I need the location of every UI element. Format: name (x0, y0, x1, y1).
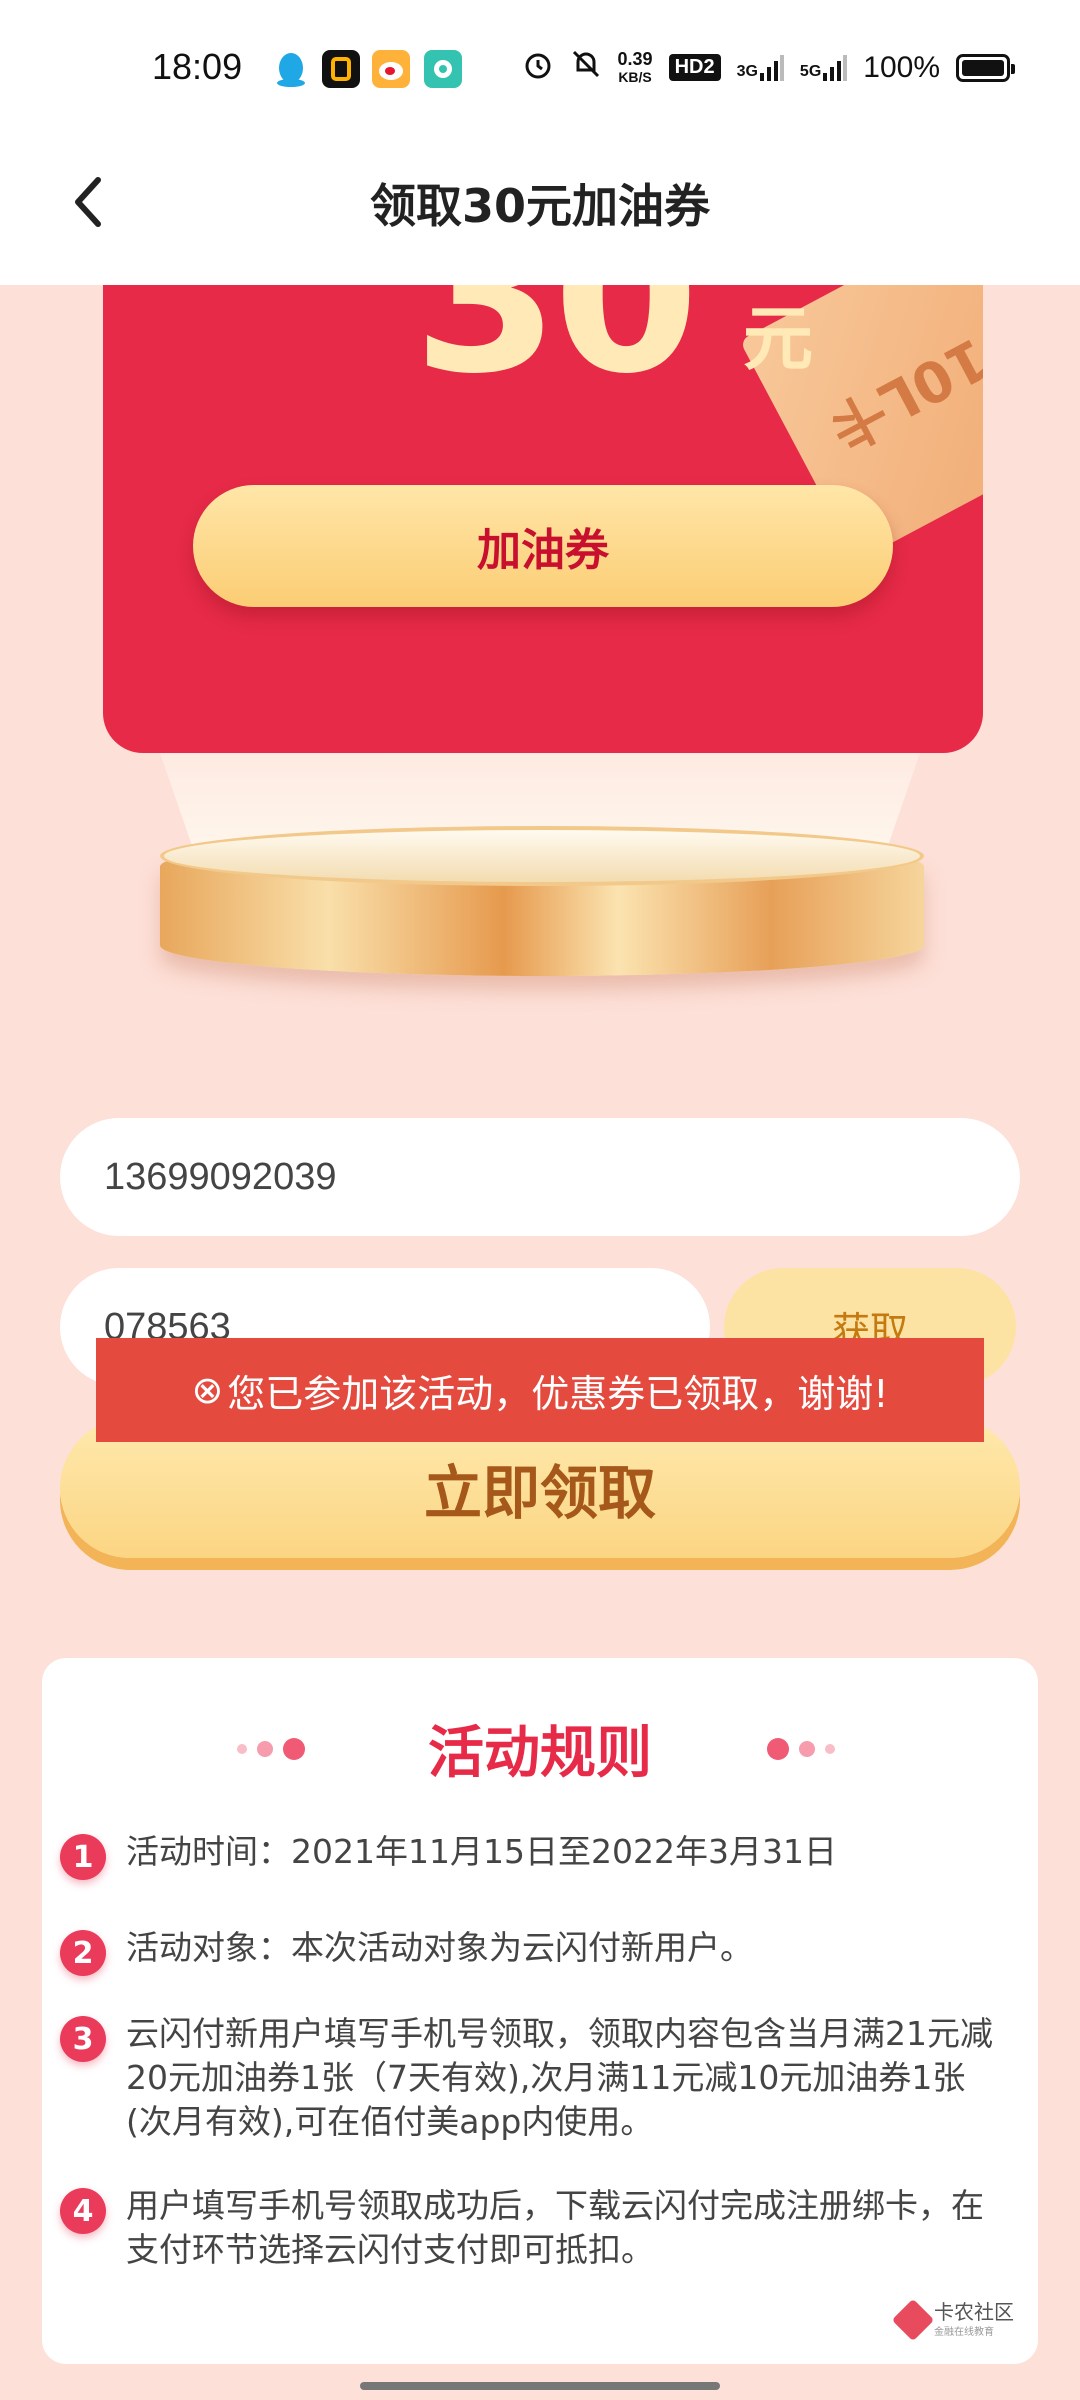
qq-icon (272, 50, 310, 88)
hd-badge: HD2 (668, 54, 721, 81)
home-indicator[interactable] (360, 2382, 720, 2390)
alarm-icon (522, 48, 554, 87)
battery-percent: 100% (863, 50, 940, 84)
error-toast: ⊗ 您已参加该活动，优惠券已领取，谢谢! (96, 1338, 984, 1442)
rule-text: 活动时间：2021年11月15日至2022年3月31日 (126, 1832, 837, 1871)
signal-5g-icon: 5G (800, 54, 848, 81)
app-o-icon (322, 50, 360, 88)
status-time: 18:09 (152, 46, 243, 87)
rule-number-badge: 2 (60, 1930, 106, 1976)
rule-item: 1 活动时间：2021年11月15日至2022年3月31日 (60, 1830, 1006, 1880)
rule-text: 云闪付新用户填写手机号领取，领取内容包含当月满21元减20元加油券1张（7天有效… (126, 2014, 993, 2141)
status-bar: 18:09 0.39 KB/S HD2 3G 5G 100% (0, 0, 1080, 140)
coupon-unit: 元 (743, 298, 813, 380)
rules-title: 活动规则 (428, 1721, 652, 1786)
podium-top (160, 826, 924, 886)
watermark-title: 卡农社区 (934, 2300, 1014, 2324)
rule-item: 3 云闪付新用户填写手机号领取，领取内容包含当月满21元减20元加油券1张（7天… (60, 2012, 1006, 2144)
status-indicators: 0.39 KB/S HD2 3G 5G 100% (522, 48, 1015, 87)
battery-icon (956, 53, 1015, 82)
coupon-type-label: 加油券 (193, 485, 893, 607)
chat-app-icon (424, 50, 462, 88)
circle-x-icon: ⊗ (191, 1368, 224, 1412)
watermark: 卡农社区 金融在线教育 (891, 2298, 1014, 2341)
page-header: 领取30元加油券 (0, 140, 1080, 285)
network-speed: 0.39 KB/S (617, 48, 653, 85)
rule-number-badge: 4 (60, 2188, 106, 2234)
rule-text: 用户填写手机号领取成功后，下载云闪付完成注册绑卡，在支付环节选择云闪付支付即可抵… (126, 2186, 984, 2269)
weibo-icon (372, 50, 410, 88)
page-title: 领取30元加油券 (369, 179, 710, 233)
title-decoration-right (767, 1738, 835, 1760)
rule-text: 活动对象：本次活动对象为云闪付新用户。 (126, 1928, 753, 1967)
mute-bell-icon (570, 48, 602, 87)
rule-item: 2 活动对象：本次活动对象为云闪付新用户。 (60, 1926, 1006, 1976)
phone-input[interactable] (60, 1118, 1020, 1236)
coupon-amount: 30 (413, 285, 699, 420)
watermark-subtitle: 金融在线教育 (934, 2327, 994, 2338)
rule-item: 4 用户填写手机号领取成功后，下载云闪付完成注册绑卡，在支付环节选择云闪付支付即… (60, 2184, 1006, 2272)
hero-coupon-card: 10L卡 30 元 加油券 (103, 285, 983, 753)
kanong-logo-icon (891, 2298, 935, 2341)
signal-3g-icon: 3G (737, 54, 784, 81)
toast-message: 您已参加该活动，优惠券已领取，谢谢! (227, 1371, 889, 1416)
rule-number-badge: 3 (60, 2016, 106, 2062)
ticket-label: 10L卡 (818, 324, 983, 462)
rule-number-badge: 1 (60, 1834, 106, 1880)
activity-rules-card: 活动规则 1 活动时间：2021年11月15日至2022年3月31日 2 活动对… (42, 1658, 1038, 2364)
